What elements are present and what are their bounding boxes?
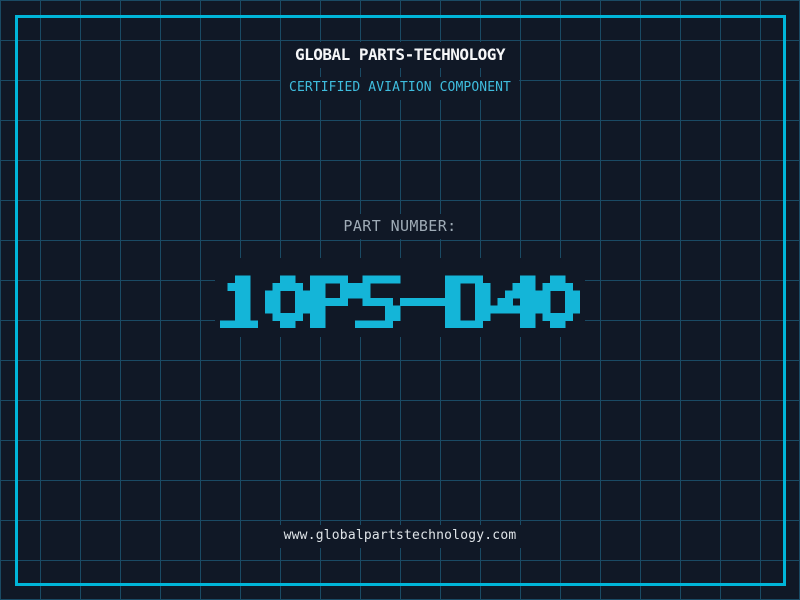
company-title: GLOBAL PARTS-TECHNOLOGY — [286, 42, 514, 69]
part-number-label: PART NUMBER: — [335, 214, 465, 240]
part-number-pixel-text — [220, 275, 581, 329]
part-number-display — [215, 258, 585, 337]
certificate-card: GLOBAL PARTS-TECHNOLOGY CERTIFIED AVIATI… — [0, 0, 800, 600]
website-url: www.globalpartstechnology.com — [275, 525, 525, 548]
certification-subtitle: CERTIFIED AVIATION COMPONENT — [281, 77, 519, 100]
